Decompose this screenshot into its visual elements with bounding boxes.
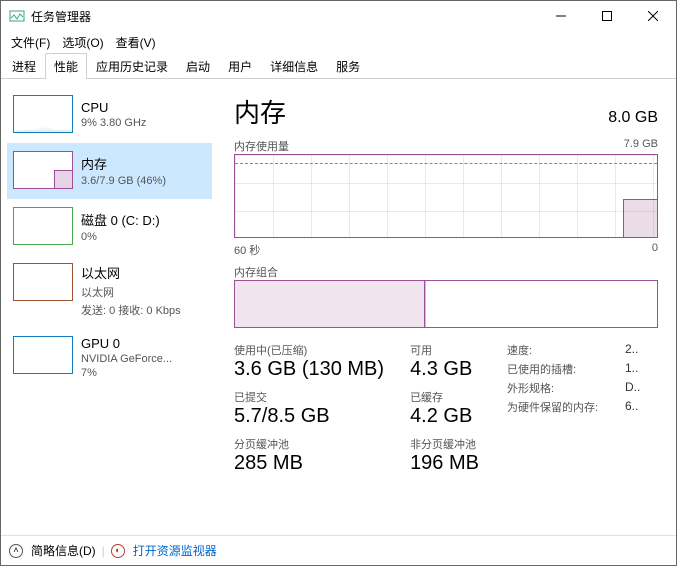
stat-cached: 已缓存 4.2 GB xyxy=(410,389,479,428)
stat-nonpaged: 非分页缓冲池 196 MB xyxy=(410,436,479,475)
tab-processes[interactable]: 进程 xyxy=(3,53,45,79)
menubar: 文件(F) 选项(O) 查看(V) xyxy=(1,31,676,53)
sidebar-item-sub2: 7% xyxy=(81,367,172,379)
usage-chart-max: 7.9 GB xyxy=(624,138,658,154)
tab-performance[interactable]: 性能 xyxy=(45,53,87,79)
sidebar-item-label: GPU 0 xyxy=(81,336,172,351)
memory-specs: 速度:2.. 已使用的插槽:1.. 外形规格:D.. 为硬件保留的内存:6.. xyxy=(507,342,645,475)
sidebar-item-sub2: 发送: 0 接收: 0 Kbps xyxy=(81,302,181,318)
monitor-icon: ◐ xyxy=(111,544,125,558)
tab-startup[interactable]: 启动 xyxy=(177,53,219,79)
tab-app-history[interactable]: 应用历史记录 xyxy=(87,53,177,79)
sidebar-item-cpu[interactable]: CPU 9% 3.80 GHz xyxy=(7,87,212,143)
sidebar-item-sub: 以太网 xyxy=(81,284,181,300)
menu-file[interactable]: 文件(F) xyxy=(11,34,50,51)
sidebar-item-gpu[interactable]: GPU 0 NVIDIA GeForce... 7% xyxy=(7,328,212,389)
window-title: 任务管理器 xyxy=(31,8,91,25)
tabbar: 进程 性能 应用历史记录 启动 用户 详细信息 服务 xyxy=(1,53,676,79)
sidebar-item-sub: 9% 3.80 GHz xyxy=(81,117,146,129)
sidebar-item-disk[interactable]: 磁盘 0 (C: D:) 0% xyxy=(7,199,212,255)
cpu-thumbnail xyxy=(13,95,73,133)
open-resource-monitor-link[interactable]: 打开资源监视器 xyxy=(133,542,217,559)
main: CPU 9% 3.80 GHz 内存 3.6/7.9 GB (46%) 磁盘 0… xyxy=(1,79,676,535)
content: 内存 8.0 GB 内存使用量 7.9 GB 60 秒 0 内存组合 使用中(已 xyxy=(216,87,676,535)
footer: ˄ 简略信息(D) | ◐ 打开资源监视器 xyxy=(1,535,676,565)
usage-chart-xleft: 60 秒 xyxy=(234,242,260,258)
sidebar-item-label: 磁盘 0 (C: D:) xyxy=(81,210,160,229)
tab-services[interactable]: 服务 xyxy=(327,53,369,79)
disk-thumbnail xyxy=(13,207,73,245)
composition-label: 内存组合 xyxy=(234,264,278,280)
sidebar: CPU 9% 3.80 GHz 内存 3.6/7.9 GB (46%) 磁盘 0… xyxy=(1,87,216,535)
sidebar-item-ethernet[interactable]: 以太网 以太网 发送: 0 接收: 0 Kbps xyxy=(7,255,212,328)
ethernet-thumbnail xyxy=(13,263,73,301)
sidebar-item-sub: 0% xyxy=(81,231,160,243)
stat-committed: 已提交 5.7/8.5 GB xyxy=(234,389,384,428)
usage-chart-label: 内存使用量 xyxy=(234,138,289,154)
chevron-up-icon[interactable]: ˄ xyxy=(9,544,23,558)
sidebar-item-sub: NVIDIA GeForce... xyxy=(81,353,172,365)
memory-thumbnail xyxy=(13,151,73,189)
page-title: 内存 xyxy=(234,93,286,130)
menu-options[interactable]: 选项(O) xyxy=(62,34,103,51)
fewer-details-button[interactable]: 简略信息(D) xyxy=(31,542,96,559)
stat-available: 可用 4.3 GB xyxy=(410,342,479,381)
sidebar-item-label: CPU xyxy=(81,100,146,115)
gpu-thumbnail xyxy=(13,336,73,374)
tab-users[interactable]: 用户 xyxy=(219,53,261,79)
maximize-button[interactable] xyxy=(584,1,630,31)
memory-composition-chart[interactable] xyxy=(234,280,658,328)
memory-capacity: 8.0 GB xyxy=(608,109,658,127)
app-icon xyxy=(9,8,25,24)
menu-view[interactable]: 查看(V) xyxy=(116,34,156,51)
sidebar-item-sub: 3.6/7.9 GB (46%) xyxy=(81,175,166,187)
sidebar-item-memory[interactable]: 内存 3.6/7.9 GB (46%) xyxy=(7,143,212,199)
stat-paged: 分页缓冲池 285 MB xyxy=(234,436,384,475)
titlebar: 任务管理器 xyxy=(1,1,676,31)
sidebar-item-label: 内存 xyxy=(81,154,166,173)
stat-in-use: 使用中(已压缩) 3.6 GB (130 MB) xyxy=(234,342,384,381)
sidebar-item-label: 以太网 xyxy=(81,263,181,282)
close-button[interactable] xyxy=(630,1,676,31)
memory-usage-chart[interactable] xyxy=(234,154,658,238)
tab-details[interactable]: 详细信息 xyxy=(261,53,327,79)
usage-chart-xright: 0 xyxy=(652,242,658,258)
minimize-button[interactable] xyxy=(538,1,584,31)
